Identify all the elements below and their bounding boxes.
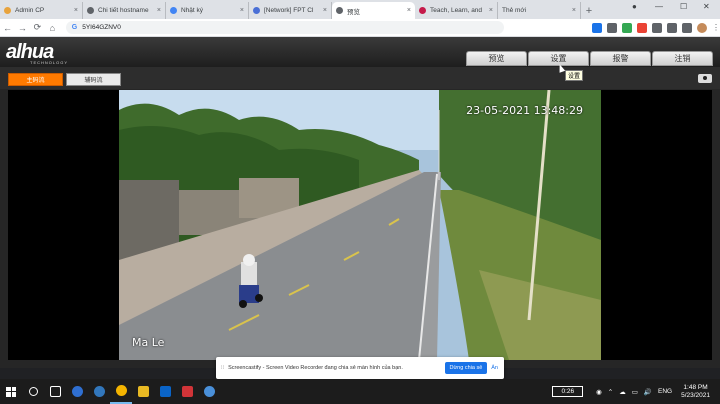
battery-icon[interactable]: ▭ bbox=[632, 388, 638, 396]
app-icon[interactable] bbox=[198, 379, 220, 404]
chrome-icon[interactable] bbox=[110, 379, 132, 404]
drag-handle-icon[interactable]: ⁞⁞ bbox=[221, 365, 224, 371]
windows-logo-icon bbox=[6, 386, 16, 397]
tab-close-icon[interactable]: × bbox=[157, 7, 161, 14]
main-stream-button[interactable]: 主码流 bbox=[8, 73, 63, 86]
favicon-icon bbox=[170, 7, 177, 14]
tab-label: 预览 bbox=[347, 8, 360, 16]
hide-button[interactable]: Ẩn bbox=[491, 365, 498, 371]
windows-taskbar: 0:26 ◉ ⌃ ☁ ▭ 🔊 ENG 1:48 PM 5/23/2021 bbox=[0, 379, 720, 404]
tab-close-icon[interactable]: × bbox=[323, 7, 327, 14]
task-view-icon[interactable] bbox=[44, 379, 66, 404]
snapshot-camera-icon[interactable] bbox=[698, 74, 712, 83]
tab-label: Chi tiết hostname bbox=[98, 7, 149, 14]
reload-icon[interactable]: ⟳ bbox=[30, 22, 45, 33]
settings-tooltip: 设置 bbox=[565, 70, 584, 81]
screen-share-banner: ⁞⁞ Screencastify - Screen Video Recorder… bbox=[216, 357, 504, 379]
window-close-icon[interactable]: ✕ bbox=[703, 2, 710, 11]
home-icon[interactable]: ⌂ bbox=[45, 23, 60, 33]
video-viewport[interactable]: 23-05-2021 13:48:29 Ma Le bbox=[8, 90, 712, 360]
edge-icon[interactable] bbox=[66, 379, 88, 404]
address-bar[interactable]: G 5YI64GZNV0 bbox=[65, 21, 504, 34]
browser-toolbar: ← → ⟳ ⌂ G 5YI64GZNV0 ⋮ bbox=[0, 19, 720, 37]
menu-preview-button[interactable]: 预览 bbox=[466, 51, 527, 66]
osd-timestamp: 23-05-2021 13:48:29 bbox=[466, 104, 583, 117]
tab-search-icon[interactable]: ● bbox=[632, 2, 637, 11]
menu-alarm-button[interactable]: 报警 bbox=[590, 51, 651, 66]
search-icon[interactable] bbox=[22, 379, 44, 404]
maximize-icon[interactable]: ☐ bbox=[680, 2, 687, 11]
tab-network[interactable]: [Network] FPT Cl × bbox=[249, 2, 332, 19]
language-indicator[interactable]: ENG bbox=[658, 388, 672, 395]
clock-date: 5/23/2021 bbox=[681, 391, 710, 399]
extension-icon[interactable] bbox=[622, 22, 632, 33]
address-text: 5YI64GZNV0 bbox=[82, 24, 121, 31]
favicon-icon bbox=[4, 7, 11, 14]
tab-close-icon[interactable]: × bbox=[489, 7, 493, 14]
file-explorer-icon[interactable] bbox=[132, 379, 154, 404]
extension-icon[interactable] bbox=[652, 22, 662, 33]
google-icon: G bbox=[71, 24, 78, 31]
clock[interactable]: 1:48 PM 5/23/2021 bbox=[681, 384, 710, 400]
menu-logout-button[interactable]: 注销 bbox=[652, 51, 713, 66]
extensions-puzzle-icon[interactable] bbox=[682, 22, 692, 33]
banner-text: Screencastify - Screen Video Recorder đa… bbox=[228, 365, 403, 371]
tab-close-icon[interactable]: × bbox=[240, 7, 244, 14]
tab-nhat-ky[interactable]: Nhật ký × bbox=[166, 2, 249, 19]
browser-tab-strip: Admin CP × Chi tiết hostname × Nhật ký ×… bbox=[0, 0, 720, 19]
extension-icon[interactable] bbox=[592, 22, 602, 33]
forward-icon[interactable]: → bbox=[15, 23, 30, 33]
recording-timer[interactable]: 0:26 bbox=[552, 386, 584, 397]
tab-label: Thẻ mới bbox=[502, 7, 527, 14]
system-tray: 0:26 ◉ ⌃ ☁ ▭ 🔊 ENG 1:48 PM 5/23/2021 bbox=[552, 379, 720, 404]
tab-label: Nhật ký bbox=[181, 7, 204, 14]
tab-close-icon[interactable]: × bbox=[407, 7, 411, 14]
tab-label: Teach, Learn, and bbox=[430, 7, 483, 14]
osd-channel-name: Ma Le bbox=[132, 336, 165, 349]
clock-time: 1:48 PM bbox=[683, 383, 708, 391]
avatar[interactable] bbox=[697, 22, 707, 33]
extension-icons: ⋮ bbox=[592, 22, 720, 33]
main-menu: 预览 设置 报警 注销 bbox=[466, 51, 713, 66]
tab-teach-learn[interactable]: Teach, Learn, and × bbox=[415, 2, 498, 19]
cloud-icon[interactable]: ☁ bbox=[619, 388, 626, 396]
tab-label: Admin CP bbox=[15, 7, 45, 14]
tab-preview[interactable]: 预览 × bbox=[332, 2, 415, 19]
tab-label: [Network] FPT Cl bbox=[264, 7, 314, 14]
store-icon[interactable] bbox=[154, 379, 176, 404]
chevron-up-icon[interactable]: ⌃ bbox=[608, 388, 613, 396]
favicon-icon bbox=[87, 7, 94, 14]
record-icon[interactable]: ◉ bbox=[596, 388, 602, 396]
ie-icon[interactable] bbox=[88, 379, 110, 404]
stream-toolbar: 主码流 辅码流 bbox=[0, 67, 720, 89]
raspberry-icon bbox=[419, 7, 426, 14]
camera-app-icon[interactable] bbox=[176, 379, 198, 404]
new-tab-button[interactable]: + bbox=[581, 2, 597, 19]
globe-icon bbox=[336, 7, 343, 14]
favicon-icon bbox=[253, 7, 260, 14]
extension-icon[interactable] bbox=[607, 22, 617, 33]
menu-dots-icon[interactable]: ⋮ bbox=[712, 23, 720, 32]
extension-icon[interactable] bbox=[667, 22, 677, 33]
tab-admin-cp[interactable]: Admin CP × bbox=[0, 2, 83, 19]
start-button[interactable] bbox=[0, 379, 22, 404]
tab-new[interactable]: Thẻ mới × bbox=[498, 2, 581, 19]
volume-icon[interactable]: 🔊 bbox=[644, 388, 652, 396]
tab-hostname[interactable]: Chi tiết hostname × bbox=[83, 2, 166, 19]
minimize-icon[interactable]: — bbox=[655, 2, 663, 11]
app-header: alhua TECHNOLOGY 预览 设置 报警 注销 bbox=[0, 37, 720, 67]
extension-icon[interactable] bbox=[637, 22, 647, 33]
camera-video-feed: 23-05-2021 13:48:29 Ma Le bbox=[119, 90, 601, 360]
back-icon[interactable]: ← bbox=[0, 23, 15, 33]
tab-close-icon[interactable]: × bbox=[74, 7, 78, 14]
sub-stream-button[interactable]: 辅码流 bbox=[66, 73, 121, 86]
road-scene-image bbox=[119, 90, 601, 360]
dahua-web-ui: alhua TECHNOLOGY 预览 设置 报警 注销 主码流 辅码流 23-… bbox=[0, 37, 720, 368]
logo-subtitle: TECHNOLOGY bbox=[30, 60, 69, 65]
stop-sharing-button[interactable]: Dừng chia sẻ bbox=[444, 362, 488, 374]
tab-close-icon[interactable]: × bbox=[572, 7, 576, 14]
